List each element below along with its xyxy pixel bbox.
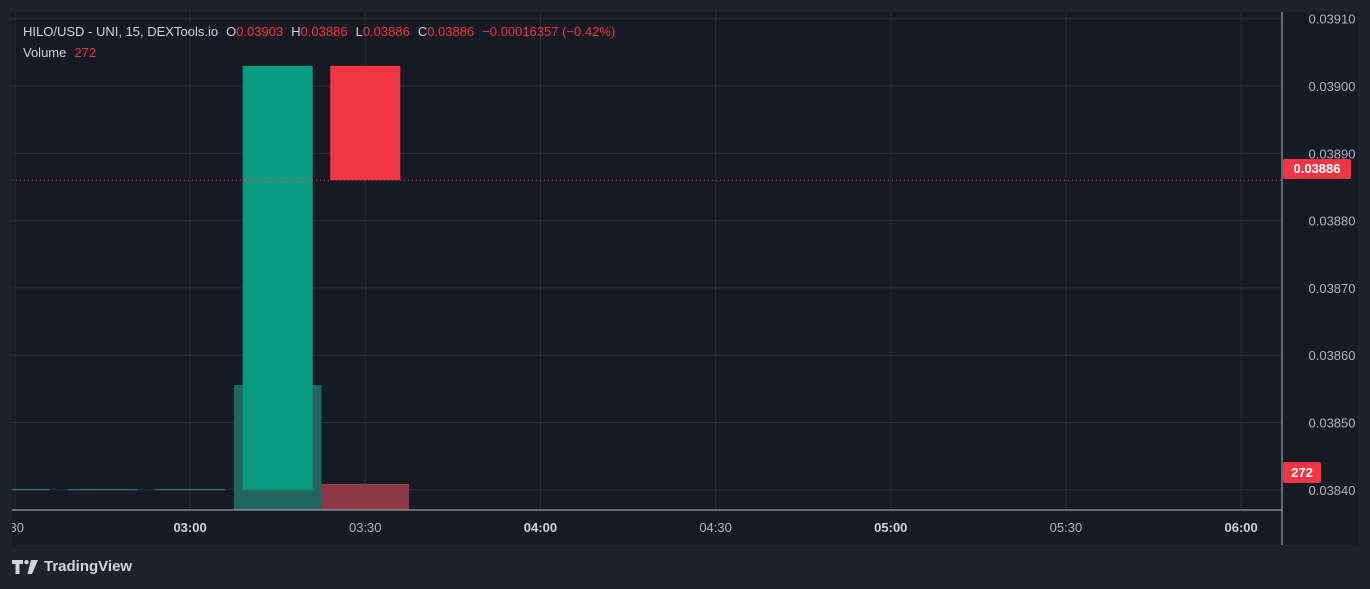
volume-label[interactable]: Volume [23,45,66,60]
last-price-tag: 0.03886 [1283,159,1351,179]
candle [242,65,313,490]
symbol-title[interactable]: HILO/USD - UNI, 15, DEXTools.io [23,24,218,39]
chart-frame[interactable]: 0.03840 0.03850 0.03860 0.03870 0.03880 0.038… [12,12,1358,545]
low-label: L [355,24,363,39]
close-value: 0.03886 [427,24,475,39]
open-label: O [226,24,237,39]
brand-name: TradingView [44,558,133,575]
volume-legend: Volume 272 [23,45,96,60]
close-label: C [417,24,428,39]
x-tick-label: 05:30 [1050,520,1083,535]
y-tick-label: 0.03840 [1309,483,1356,498]
volume-value: 272 [74,45,97,60]
x-tick-label: 05:00 [874,520,907,535]
volume-bar [321,483,410,510]
x-tick-label: 04:00 [524,520,557,535]
y-tick-label: 0.03880 [1309,214,1356,229]
y-tick-label: 0.03850 [1309,416,1356,431]
x-tick-label: 06:00 [1225,520,1258,535]
last-volume-tag: 272 [1283,462,1321,483]
x-tick-label: :30 [12,520,24,535]
x-tick-label: 03:00 [173,520,206,535]
high-label: H [291,24,301,39]
candle [330,65,401,181]
y-tick-label: 0.03910 [1309,12,1356,27]
y-tick-label: 0.03900 [1309,79,1356,94]
change-value: −0.00016357 (−0.42%) [482,24,616,39]
tradingview-icon [12,559,38,574]
tradingview-logo[interactable]: TradingView [12,558,132,575]
y-tick-label: 0.03870 [1309,281,1356,296]
ohlc-legend: HILO/USD - UNI, 15, DEXTools.io O0.03903 H… [23,24,615,39]
chart-canvas[interactable]: 0.03840 0.03850 0.03860 0.03870 0.03880 0.038… [12,12,1358,545]
x-tick-label: 03:30 [349,520,382,535]
open-value: 0.03903 [236,24,284,39]
y-tick-label: 0.03860 [1309,348,1356,363]
low-value: 0.03886 [362,24,410,39]
high-value: 0.03886 [300,24,348,39]
x-tick-label: 04:30 [699,520,732,535]
